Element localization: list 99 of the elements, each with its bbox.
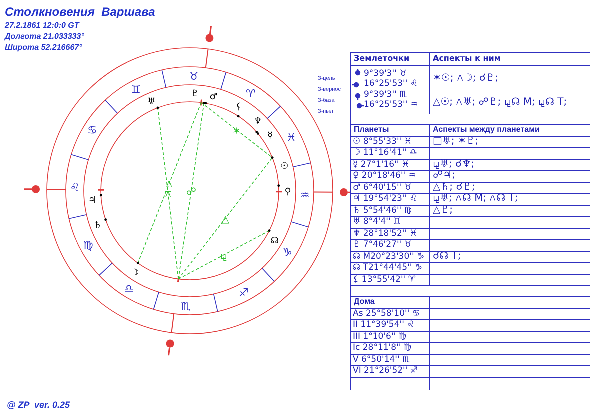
aspect-symbol: ⚻ [164, 190, 172, 201]
table-cell-text: II 11°39'54'' ♌ [352, 321, 416, 330]
table-cell: □♅; ✶♇; [433, 136, 479, 147]
planet-dot [100, 194, 102, 197]
axis-pin [205, 26, 214, 69]
table-cell: ☌☊ T; [433, 252, 462, 262]
table-cell-text: ♄ 5°54'46'' ♍ [352, 206, 413, 215]
planet-symbol: ♅ [148, 97, 156, 108]
table-cell-text: 16°25'53'' ♌ [364, 78, 418, 90]
sign-divider [68, 214, 88, 220]
zodiac-sign: ♏ [181, 300, 191, 313]
table-cell-text: 9°39'3'' ♏ [364, 88, 408, 100]
zodiac-sign: ♍ [84, 239, 94, 252]
table-cell-text: Ic 28°11'8'' ♍ [352, 344, 413, 352]
chart-title: Столкновения_Варшава [5, 4, 156, 20]
planet-symbol: ☿ [268, 131, 274, 142]
table-cell-text: ✶☉; ⚻☽; ☌♇; [433, 72, 500, 86]
sign-divider [98, 262, 113, 276]
planet-symbol: ☊ [270, 236, 279, 246]
sign-divider [153, 292, 160, 310]
zodiac-sign: ♉ [189, 70, 199, 84]
planet-dot [278, 184, 280, 188]
planet-symbol: ♀ [284, 188, 292, 198]
column-header: Аспекты к ним [429, 53, 501, 65]
table-cell: ⚼♅; ⚻☊ M; ⚻☊ T; [433, 194, 518, 204]
sign-divider [292, 162, 312, 168]
planet-symbol: ♇ [191, 90, 200, 100]
table-cell-text: V 6°50'14'' ♏ [352, 356, 412, 364]
sign-divider [290, 222, 309, 228]
planet-symbol: ☽ [131, 268, 140, 279]
planet-dot [271, 156, 274, 159]
version-label: @ ZP ver. 0.25 [6, 398, 71, 412]
table-cell-text: ☊ T21°44'45'' ♑ [352, 264, 424, 272]
column-header: Аспекты между планетами [429, 125, 540, 136]
planet-dot [237, 115, 240, 118]
planet-symbol: ♆ [254, 117, 262, 127]
sign-divider [267, 106, 282, 120]
zodiac-sign: ♑ [282, 246, 292, 259]
table-cell-text: ☉ 8°55'33'' ♓ [352, 138, 413, 146]
aspect-symbol: ☍ [186, 187, 196, 198]
column-header: Дома [353, 298, 376, 306]
table-cell: △♇; [433, 206, 454, 216]
table-cell: 16°25'53'' ♒ [364, 99, 418, 112]
zodiac-sign: ♒ [300, 189, 310, 202]
axis-pin [24, 185, 66, 194]
planet-symbol: ☉ [280, 162, 289, 172]
table-cell-text: ☿ 27°1'16'' ♓ [352, 160, 411, 169]
chart-info: Долгота 21.033333° [5, 31, 86, 42]
column-header: Землеточки [353, 53, 411, 65]
table-cell-text: ⚸ 13°55'42'' ♈ [352, 276, 417, 284]
sign-divider [262, 268, 275, 282]
planet-symbol: ♃ [88, 196, 96, 206]
table-cell-text: ♂ 6°40'15'' ♉ [352, 184, 413, 192]
zodiac-sign: ♈ [246, 87, 256, 100]
axis-pin [166, 313, 175, 356]
table-cell-text: III 1°10'6'' ♍ [352, 332, 408, 341]
sign-divider [71, 154, 90, 160]
planet-symbol: ⚸ [236, 102, 242, 113]
chart-info: 27.2.1861 12:0:0 GT [5, 20, 81, 31]
table-cell-text: ☽ 11°16'41'' ♎ [352, 149, 418, 158]
aspect-symbol: △ [222, 214, 230, 226]
axis-pin [314, 188, 350, 197]
zodiac-sign: ♓ [286, 131, 296, 144]
planet-dot [136, 262, 140, 264]
planet-symbol: ♄ [94, 221, 102, 232]
zodiac-sign: ♎ [124, 282, 134, 296]
axis-tick [177, 276, 180, 282]
table-cell: ☍♃; [433, 171, 456, 182]
axis-tick [200, 100, 203, 106]
aspect-symbol: ⚻ [166, 179, 174, 190]
table-cell-text: VI 21°26'52'' ♐ [352, 367, 420, 376]
sign-divider [220, 72, 227, 90]
zodiac-sign: ♐ [239, 286, 249, 300]
planet-dot [156, 106, 160, 110]
sign-divider [162, 70, 167, 88]
table-cell-text: ♆ 28°18'52'' ♓ [352, 230, 418, 238]
planet-symbol: ♂ [210, 92, 218, 102]
axis-tick [98, 189, 104, 191]
table-cell-text: As 25°58'10'' ♋ [352, 310, 421, 318]
chart-info: Широта 52.216667° [5, 42, 84, 53]
zodiac-sign: ♌ [70, 180, 80, 194]
axis-tick [276, 191, 282, 193]
table-cell-text: ♃ 19°54'23'' ♌ [352, 195, 418, 204]
zodiac-sign: ♋ [88, 124, 98, 138]
sign-divider [105, 100, 118, 114]
table-cell-text: △☉; ⚻♅; ☍♇; ⚼☊ M; ⚼☊ T; [433, 96, 568, 110]
table-cell-text: 9°39'3'' ♉ [364, 68, 408, 80]
planet-dot [104, 218, 107, 222]
table-cell-text: ♀ 20°18'46'' ♒ [352, 172, 417, 180]
zodiac-sign: ♊ [131, 83, 141, 96]
table-cell-text: ☊ M20°23'30'' ♑ [352, 252, 426, 261]
sign-divider [213, 294, 218, 312]
table-cell-text: ♅ 8°4'4'' ♊ [352, 218, 402, 226]
column-header: Планеты [353, 126, 390, 134]
table-cell-text: ♇ 7°46'27'' ♉ [352, 241, 413, 250]
planet-dot [268, 230, 271, 232]
table-cell: ⚼♅; ☌♆; [433, 160, 475, 170]
table-cell: △♄; ☌♇; [433, 182, 476, 193]
aspect-symbol: ⚼ [220, 251, 228, 262]
